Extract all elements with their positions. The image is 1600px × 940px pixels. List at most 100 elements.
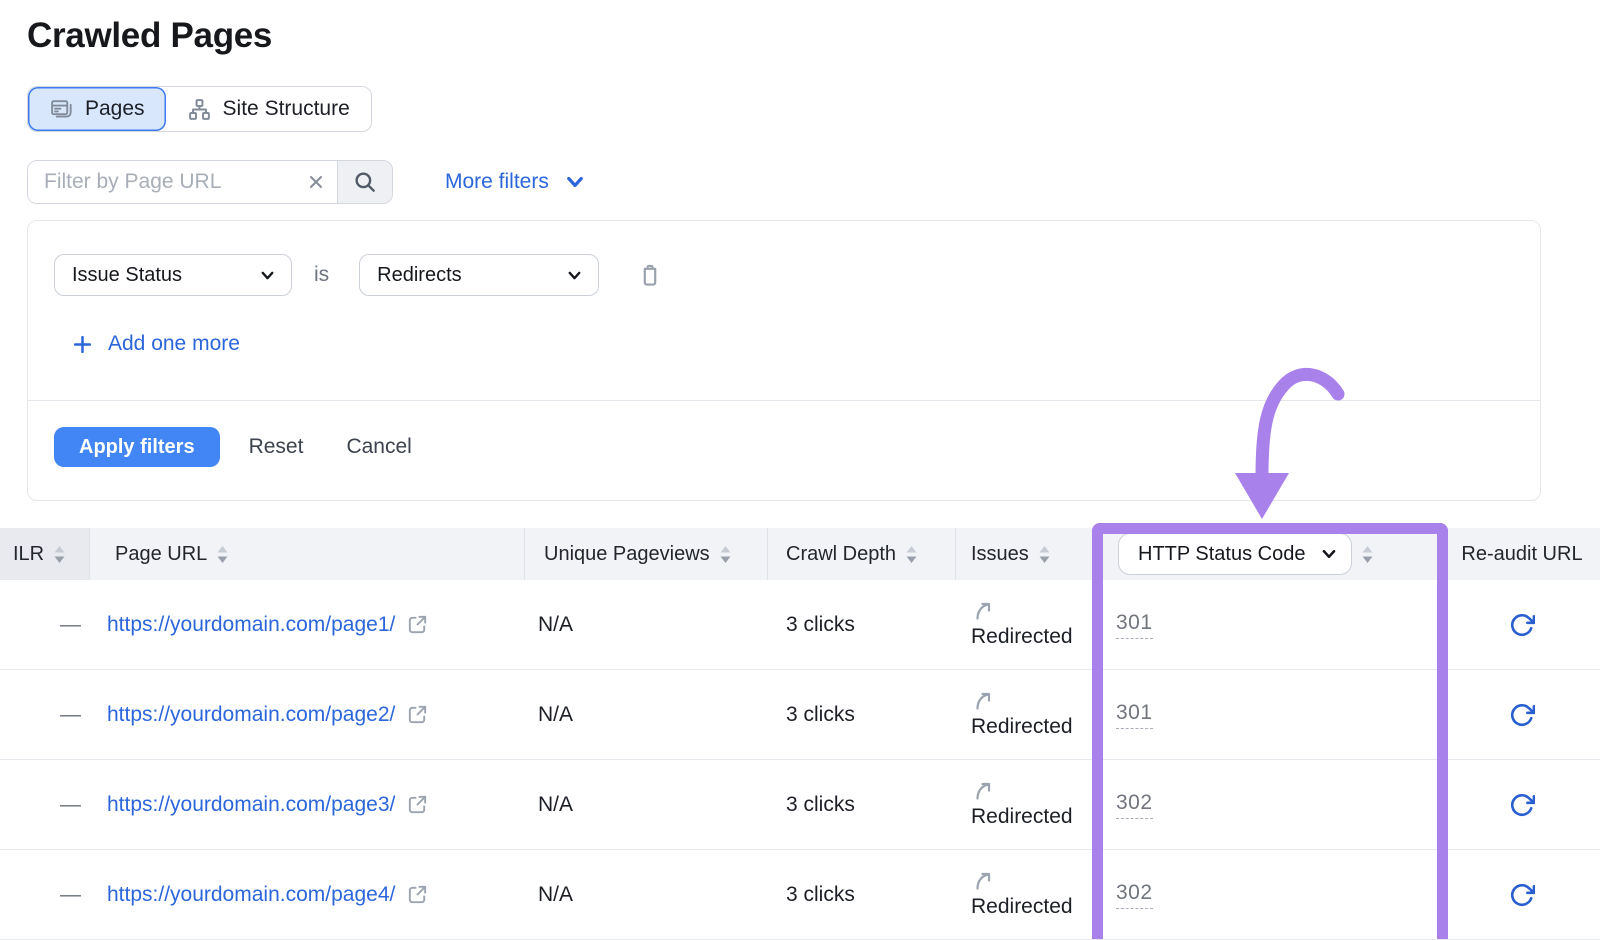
redirect-arrow-icon xyxy=(973,600,997,624)
filter-bar: More filters xyxy=(27,160,1600,204)
column-header-http-status-code: HTTP Status Code xyxy=(1097,528,1444,580)
apply-filters-button[interactable]: Apply filters xyxy=(54,427,220,467)
filter-condition-row: Issue Status is Redirects xyxy=(54,254,1514,296)
pages-icon xyxy=(49,97,74,122)
site-structure-icon xyxy=(187,97,212,122)
column-label: ILR xyxy=(13,543,44,566)
table-row: — https://yourdomain.com/page3/ N/A 3 cl… xyxy=(0,760,1600,850)
re-audit-button[interactable] xyxy=(1509,702,1535,728)
chevron-down-icon xyxy=(1320,545,1338,563)
column-header-page-url[interactable]: Page URL xyxy=(90,528,525,580)
page-url-link[interactable]: https://yourdomain.com/page1/ xyxy=(107,613,395,637)
refresh-icon xyxy=(1509,882,1535,908)
search-button[interactable] xyxy=(337,161,392,203)
http-status-code-value[interactable]: 302 xyxy=(1116,881,1153,909)
tab-site-structure-label: Site Structure xyxy=(223,97,350,121)
table-header-row: ILR Page URL Unique Pageviews Crawl Dept… xyxy=(0,528,1600,580)
ilr-value: — xyxy=(0,580,90,669)
issue-value: Redirected xyxy=(971,805,1073,829)
crawl-depth-value: 3 clicks xyxy=(768,670,956,759)
redirect-arrow-icon xyxy=(973,870,997,894)
column-header-re-audit-url: Re-audit URL xyxy=(1444,528,1600,580)
table-row: — https://yourdomain.com/page1/ N/A 3 cl… xyxy=(0,580,1600,670)
column-header-unique-pageviews[interactable]: Unique Pageviews xyxy=(525,528,768,580)
sort-icon[interactable] xyxy=(53,544,66,565)
sort-icon[interactable] xyxy=(719,544,732,565)
crawled-pages-table: ILR Page URL Unique Pageviews Crawl Dept… xyxy=(0,528,1600,940)
filter-value-select[interactable]: Redirects xyxy=(359,254,599,296)
re-audit-button[interactable] xyxy=(1509,792,1535,818)
ilr-value: — xyxy=(0,850,90,939)
trash-icon xyxy=(637,262,663,288)
ilr-value: — xyxy=(0,670,90,759)
re-audit-button[interactable] xyxy=(1509,612,1535,638)
cancel-button[interactable]: Cancel xyxy=(346,435,411,459)
filter-field-value: Issue Status xyxy=(72,264,182,287)
tab-pages-label: Pages xyxy=(85,97,145,121)
column-label: Crawl Depth xyxy=(786,543,896,566)
redirect-arrow-icon xyxy=(973,780,997,804)
more-filters-link[interactable]: More filters xyxy=(445,170,586,194)
filter-operator: is xyxy=(314,263,329,287)
external-link-icon[interactable] xyxy=(406,613,429,636)
sort-icon[interactable] xyxy=(216,544,229,565)
issue-value: Redirected xyxy=(971,715,1073,739)
sort-icon[interactable] xyxy=(1038,544,1051,565)
reset-button[interactable]: Reset xyxy=(249,435,304,459)
crawl-depth-value: 3 clicks xyxy=(768,850,956,939)
http-status-code-dropdown[interactable]: HTTP Status Code xyxy=(1118,533,1352,575)
chevron-down-icon xyxy=(259,267,276,284)
more-filters-label: More filters xyxy=(445,170,549,194)
close-icon xyxy=(306,172,326,192)
column-header-ilr[interactable]: ILR xyxy=(0,528,90,580)
sort-icon[interactable] xyxy=(1361,544,1374,565)
crawl-depth-value: 3 clicks xyxy=(768,760,956,849)
http-status-code-value[interactable]: 301 xyxy=(1116,611,1153,639)
tab-pages[interactable]: Pages xyxy=(28,87,166,131)
chevron-down-icon xyxy=(566,267,583,284)
tab-site-structure[interactable]: Site Structure xyxy=(166,87,371,131)
add-one-more-link[interactable]: Add one more xyxy=(54,332,240,356)
filter-panel: Issue Status is Redirects xyxy=(27,220,1541,501)
http-status-code-value[interactable]: 301 xyxy=(1116,701,1153,729)
table-row: — https://yourdomain.com/page2/ N/A 3 cl… xyxy=(0,670,1600,760)
crawl-depth-value: 3 clicks xyxy=(768,580,956,669)
ilr-value: — xyxy=(0,760,90,849)
column-label: HTTP Status Code xyxy=(1138,543,1305,566)
external-link-icon[interactable] xyxy=(406,883,429,906)
chevron-down-icon xyxy=(564,171,586,193)
re-audit-button[interactable] xyxy=(1509,882,1535,908)
sort-icon[interactable] xyxy=(905,544,918,565)
table-row: — https://yourdomain.com/page4/ N/A 3 cl… xyxy=(0,850,1600,940)
external-link-icon[interactable] xyxy=(406,703,429,726)
column-label: Unique Pageviews xyxy=(544,543,710,566)
unique-pageviews-value: N/A xyxy=(525,670,768,759)
issue-value: Redirected xyxy=(971,625,1073,649)
column-label: Re-audit URL xyxy=(1461,543,1582,566)
column-header-crawl-depth[interactable]: Crawl Depth xyxy=(768,528,956,580)
column-header-issues[interactable]: Issues xyxy=(956,528,1097,580)
filter-field-select[interactable]: Issue Status xyxy=(54,254,292,296)
url-filter-group xyxy=(27,160,393,204)
clear-filter-button[interactable] xyxy=(295,161,337,203)
refresh-icon xyxy=(1509,702,1535,728)
redirect-arrow-icon xyxy=(973,690,997,714)
column-label: Page URL xyxy=(115,543,207,566)
unique-pageviews-value: N/A xyxy=(525,850,768,939)
external-link-icon[interactable] xyxy=(406,793,429,816)
page-url-link[interactable]: https://yourdomain.com/page4/ xyxy=(107,883,395,907)
page-url-link[interactable]: https://yourdomain.com/page3/ xyxy=(107,793,395,817)
http-status-code-value[interactable]: 302 xyxy=(1116,791,1153,819)
remove-filter-button[interactable] xyxy=(637,262,663,288)
view-switcher: Pages Site Structure xyxy=(27,86,372,132)
page-url-link[interactable]: https://yourdomain.com/page2/ xyxy=(107,703,395,727)
filter-value: Redirects xyxy=(377,264,461,287)
issue-value: Redirected xyxy=(971,895,1073,919)
unique-pageviews-value: N/A xyxy=(525,760,768,849)
page-title: Crawled Pages xyxy=(27,16,1600,56)
url-filter-input[interactable] xyxy=(28,161,295,203)
column-label: Issues xyxy=(971,543,1029,566)
search-icon xyxy=(352,169,378,195)
refresh-icon xyxy=(1509,792,1535,818)
add-one-more-label: Add one more xyxy=(108,332,240,356)
